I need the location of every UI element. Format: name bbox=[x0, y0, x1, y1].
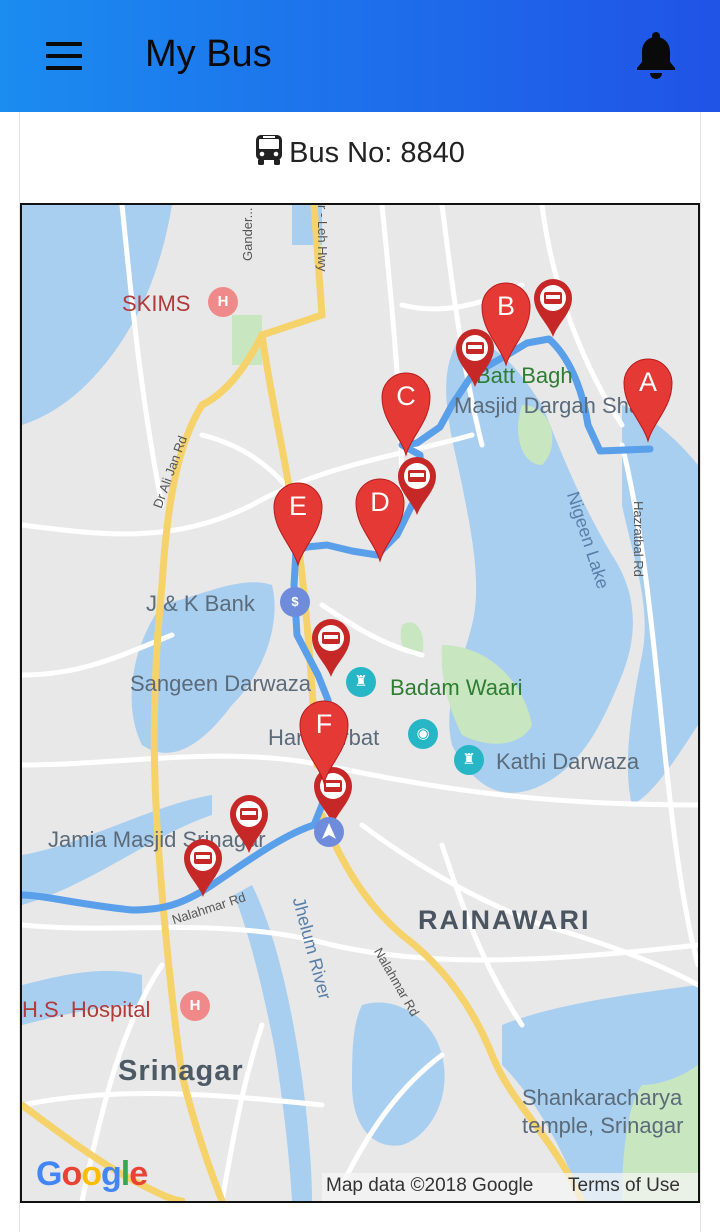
road-label-leh-hwy: r - Leh Hwy bbox=[315, 205, 330, 272]
bus-icon bbox=[255, 134, 283, 174]
place-label-srinagar: Srinagar bbox=[118, 1055, 244, 1087]
bell-icon[interactable] bbox=[632, 28, 680, 80]
google-logo: Google bbox=[36, 1155, 148, 1193]
hospital-icon: H bbox=[180, 991, 210, 1021]
place-label-skims: SKIMS bbox=[122, 291, 191, 316]
landmark-icon: ♜ bbox=[454, 745, 484, 775]
stop-marker-f[interactable]: F bbox=[298, 699, 350, 785]
app-bar: My Bus bbox=[0, 0, 720, 112]
bus-location-marker[interactable] bbox=[228, 793, 270, 855]
place-label-shankaracharya: Shankaracharya bbox=[522, 1085, 683, 1110]
place-label-jk-bank: J & K Bank bbox=[146, 591, 255, 616]
region-label-rainawari: RAINAWARI bbox=[418, 905, 591, 935]
route-map[interactable]: Gander... r - Leh Hwy Dr Ali Jan Rd Hazr… bbox=[20, 203, 700, 1203]
place-label-badam-waari: Badam Waari bbox=[390, 675, 523, 700]
hamburger-menu-icon[interactable] bbox=[36, 30, 92, 82]
stop-marker-d[interactable]: D bbox=[354, 477, 406, 563]
bus-number-label: Bus No: 8840 bbox=[289, 137, 465, 169]
bus-location-marker[interactable] bbox=[182, 837, 224, 899]
road-label-hazratbal: Hazratbal Rd bbox=[631, 501, 646, 577]
stop-letter: F bbox=[315, 709, 333, 739]
bus-location-marker[interactable] bbox=[532, 277, 574, 339]
place-label-sangeen-darwaza: Sangeen Darwaza bbox=[130, 671, 312, 696]
app-title: My Bus bbox=[145, 33, 272, 75]
stop-marker-c[interactable]: C bbox=[380, 371, 432, 457]
road-label-gander: Gander... bbox=[240, 207, 255, 261]
stop-letter: E bbox=[288, 491, 307, 521]
stop-letter: B bbox=[496, 291, 515, 321]
terms-of-use-link[interactable]: Terms of Use bbox=[568, 1175, 680, 1197]
stop-letter: C bbox=[396, 381, 416, 411]
bus-number-row: Bus No: 8840 bbox=[0, 134, 720, 174]
stop-letter: D bbox=[370, 487, 390, 517]
place-label-kathi-darwaza: Kathi Darwaza bbox=[496, 749, 640, 774]
map-base bbox=[22, 205, 698, 1201]
place-label-shankaracharya-temple: temple, Srinagar bbox=[522, 1113, 684, 1138]
bank-icon: $ bbox=[280, 587, 310, 617]
stop-marker-a[interactable]: A bbox=[622, 357, 674, 443]
stop-marker-e[interactable]: E bbox=[272, 481, 324, 567]
stop-marker-b[interactable]: B bbox=[480, 281, 532, 367]
stop-letter: A bbox=[638, 367, 657, 397]
bus-location-marker[interactable] bbox=[310, 617, 352, 679]
camera-icon: ◉ bbox=[408, 719, 438, 749]
location-arrow-icon bbox=[314, 817, 344, 847]
place-label-hs-hospital: H.S. Hospital bbox=[22, 997, 151, 1022]
hospital-icon: H bbox=[208, 287, 238, 317]
map-data-credit: Map data ©2018 Google bbox=[326, 1175, 534, 1196]
